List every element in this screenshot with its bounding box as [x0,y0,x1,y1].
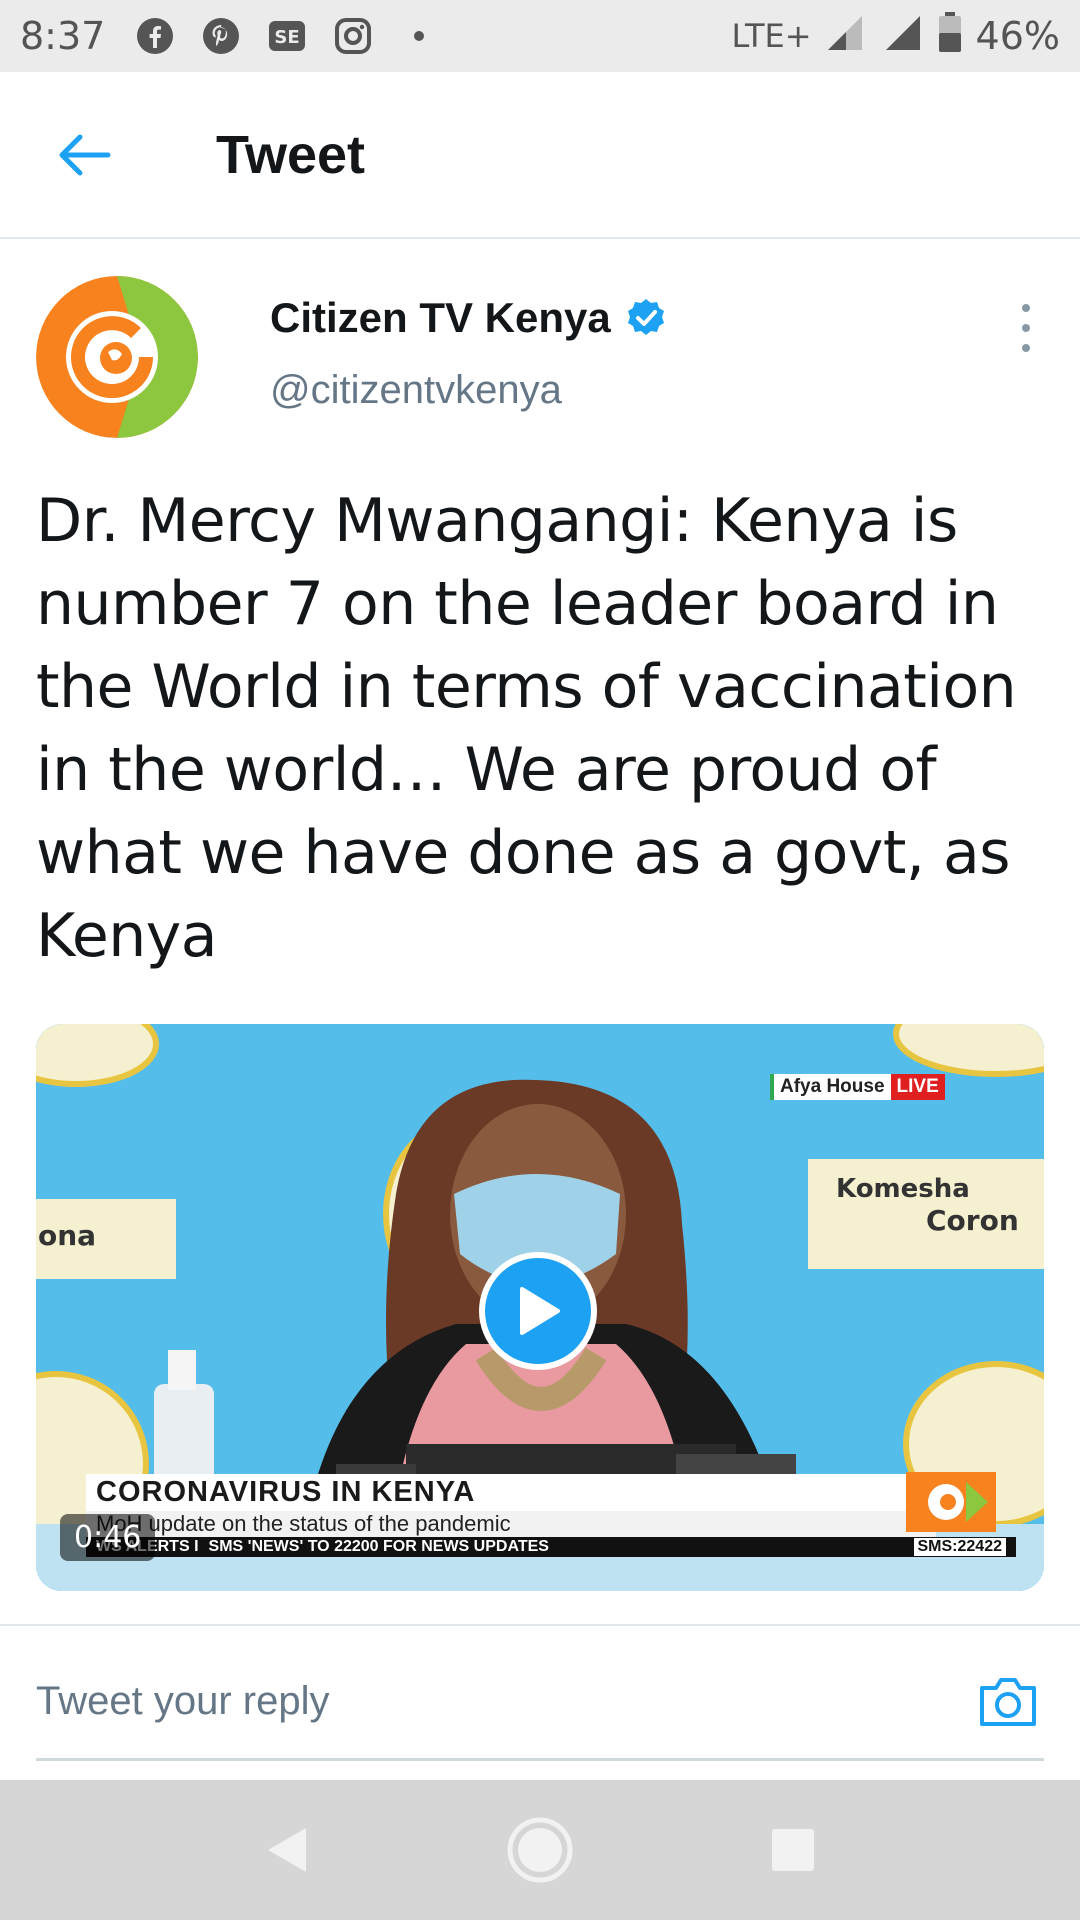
author-name[interactable]: Citizen TV Kenya [270,294,611,342]
status-bar: 8:37 SE LTE+ 46% [0,0,1080,72]
instagram-icon [333,16,373,56]
video-duration: 0:46 [60,1514,156,1561]
tweet-text: Dr. Mercy Mwangangi: Kenya is number 7 o… [36,486,1017,971]
system-navigation-bar [0,1780,1080,1920]
dot-icon [1022,304,1030,312]
circle-home-icon [507,1817,573,1883]
lower-third-subtitle: MoH update on the status of the pandemic [86,1511,936,1537]
battery-percent: 46% [975,14,1060,58]
facebook-icon [135,16,175,56]
backdrop-text-right-1: Komesha [836,1174,970,1204]
back-button[interactable] [34,105,134,205]
news-lower-third: CORONAVIRUS IN KENYA MoH update on the s… [86,1474,1016,1557]
status-right: LTE+ 46% [732,11,1060,62]
news-ticker: WS ALERTS I SMS 'NEWS' TO 22200 FOR NEWS… [86,1537,1016,1557]
camera-button[interactable] [976,1670,1040,1734]
live-label: LIVE [890,1074,945,1100]
triangle-back-icon [267,1828,306,1872]
dot-icon [1022,344,1030,352]
channel-logo-icon [906,1472,996,1532]
nav-back-button[interactable] [242,1805,332,1895]
se-app-icon: SE [267,16,307,56]
avatar[interactable] [36,276,198,438]
ticker-right: SMS:22422 [913,1538,1006,1556]
square-recents-icon [772,1829,815,1871]
dot-icon [1022,324,1030,332]
reply-input[interactable]: Tweet your reply [36,1656,936,1746]
location-tag: Afya House [770,1074,891,1100]
reply-underline [36,1758,1044,1761]
camera-icon [980,1678,1036,1726]
signal-icon-2 [884,12,924,61]
notification-dot-icon [399,16,439,56]
page-title: Tweet [216,124,366,185]
backdrop-text-left: ona [38,1219,97,1252]
ticker-main: SMS 'NEWS' TO 22200 FOR NEWS UPDATES [208,1538,549,1555]
tweet-author: Citizen TV Kenya @citizentvkenya [36,276,1046,440]
live-badge: Afya House LIVE [770,1074,945,1100]
author-handle[interactable]: @citizentvkenya [270,368,667,413]
tweet-video[interactable]: ona Komesha Coron Afya House LIVE CORONA… [36,1024,1044,1591]
status-time: 8:37 [20,14,106,58]
play-button[interactable] [479,1252,597,1370]
play-icon [520,1287,560,1335]
network-type: LTE+ [731,17,812,55]
top-app-bar: Tweet [0,72,1080,239]
lower-third-title: CORONAVIRUS IN KENYA [86,1474,936,1511]
more-options-button[interactable] [1006,300,1046,356]
battery-icon [938,11,962,62]
backdrop-text-right-2: Coron [926,1204,1019,1237]
arrow-left-icon [59,134,111,175]
nav-home-button[interactable] [495,1805,585,1895]
reply-bar: Tweet your reply [0,1624,1080,1780]
verified-badge-icon [625,297,667,339]
nav-recents-button[interactable] [748,1805,838,1895]
signal-icon [826,12,870,61]
pinterest-icon [201,16,241,56]
svg-text:SE: SE [275,27,300,48]
